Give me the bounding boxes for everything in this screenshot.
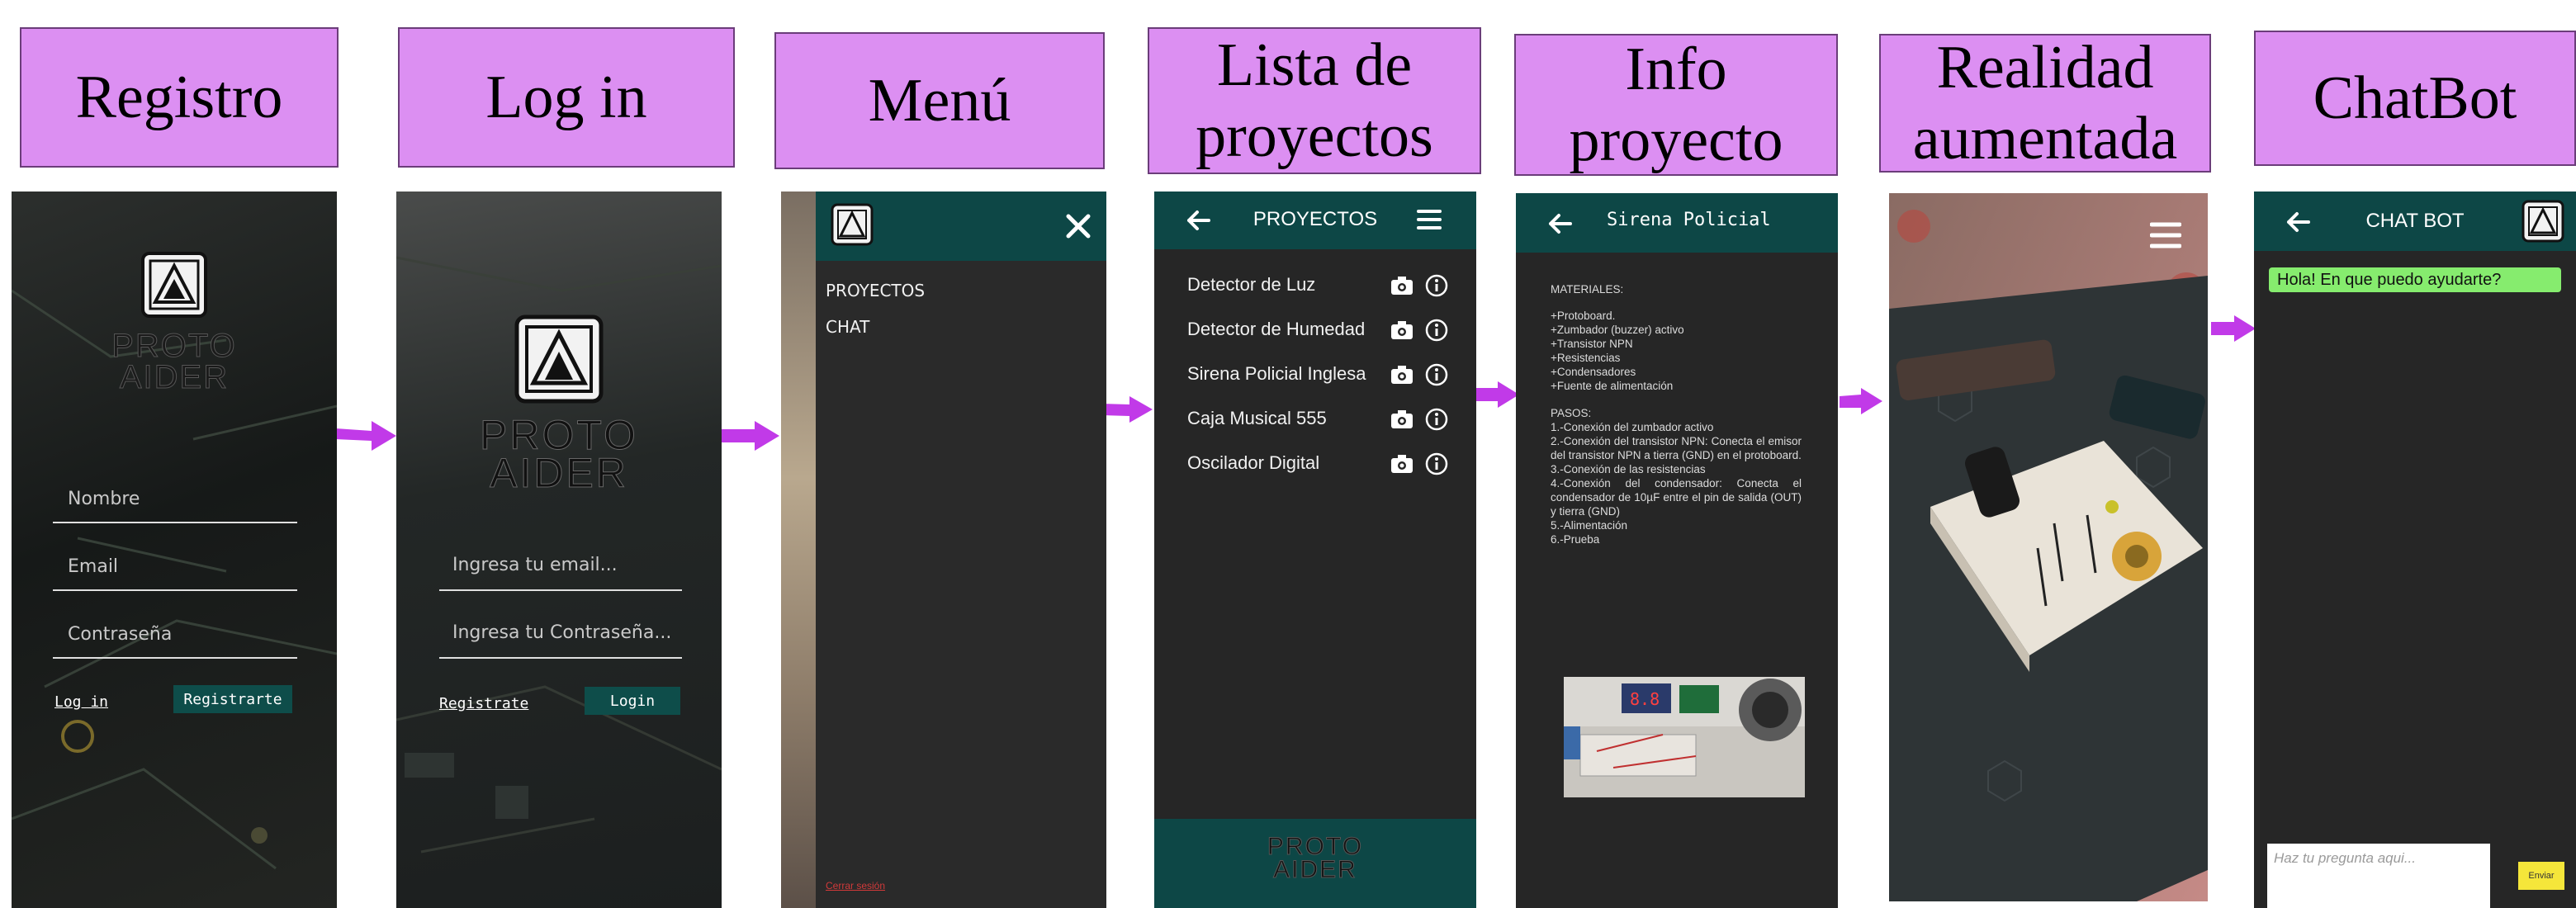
project-name: Oscilador Digital: [1187, 452, 1320, 473]
materiales-list: +Protoboard. +Zumbador (buzzer) activo +…: [1551, 310, 1684, 392]
brand-wordmark: PROTO AIDER: [1267, 833, 1364, 883]
project-name: Sirena Policial Inglesa: [1187, 363, 1366, 384]
label-realidad-aumentada: Realidad aumentada: [1879, 34, 2211, 173]
project-name: Detector de Humedad: [1187, 319, 1366, 339]
screen-chatbot: CHAT BOT Hola! En que puedo ayudarte? Ha…: [2254, 192, 2576, 908]
info-icon[interactable]: [1425, 319, 1448, 342]
logo-icon: [831, 203, 874, 246]
project-list-item[interactable]: Oscilador Digital: [1154, 446, 1476, 479]
screen-menu: PROYECTOS CHAT Cerrar sesión: [781, 192, 1106, 908]
project-list-item[interactable]: Caja Musical 555: [1154, 401, 1476, 434]
password-field-underline: [53, 657, 297, 659]
camera-view: [1889, 193, 2208, 901]
label-chatbot: ChatBot: [2254, 31, 2576, 166]
background-peek: [781, 192, 816, 908]
flow-arrow-icon: [1840, 388, 1882, 414]
close-icon[interactable]: [1065, 213, 1091, 239]
camera-icon[interactable]: [1390, 454, 1413, 474]
email-field[interactable]: Email: [68, 556, 118, 577]
project-list-item[interactable]: Detector de Luz: [1154, 267, 1476, 300]
chat-input[interactable]: Haz tu pregunta aqui...: [2267, 844, 2490, 908]
info-icon[interactable]: [1425, 452, 1448, 475]
password-input[interactable]: Ingresa tu Contraseña...: [452, 622, 671, 643]
send-button[interactable]: Enviar: [2518, 862, 2564, 890]
label-login: Log in: [398, 27, 735, 168]
password-input-underline: [439, 657, 682, 659]
logout-link[interactable]: Cerrar sesión: [826, 880, 885, 891]
proyectos-header: PROYECTOS: [1154, 192, 1476, 249]
brand-wordmark: PROTO AIDER: [480, 412, 638, 496]
flow-arrow-icon: [2211, 315, 2256, 342]
logo-icon: [2522, 200, 2564, 243]
menu-icon[interactable]: [1417, 208, 1442, 231]
label-lista-proyectos: Lista de proyectos: [1148, 27, 1481, 174]
info-icon[interactable]: [1425, 363, 1448, 386]
chat-header: CHAT BOT: [2254, 192, 2576, 251]
screen-login: PROTO AIDER Ingresa tu email... Ingresa t…: [396, 192, 722, 908]
screen-info-proyecto: Sirena Policial MATERIALES: +Protoboard.…: [1516, 193, 1838, 908]
login-button[interactable]: Login: [585, 687, 680, 715]
pasos-list: 1.-Conexión del zumbador activo 2.-Conex…: [1551, 421, 1802, 546]
svg-text:8.8: 8.8: [1630, 689, 1660, 709]
camera-icon[interactable]: [1390, 276, 1413, 296]
logo-icon: [514, 314, 604, 404]
menu-icon[interactable]: [2150, 221, 2181, 249]
label-info-proyecto: Info proyecto: [1514, 34, 1838, 176]
info-header: Sirena Policial: [1516, 193, 1838, 253]
register-button[interactable]: Registrarte: [173, 685, 292, 713]
info-icon[interactable]: [1425, 408, 1448, 431]
circuit-background: [396, 256, 722, 854]
bot-message-bubble: Hola! En que puedo ayudarte?: [2269, 267, 2561, 292]
login-link[interactable]: Log in: [54, 693, 108, 711]
project-list-item[interactable]: Detector de Humedad: [1154, 312, 1476, 345]
flow-arrow-icon: [1476, 381, 1519, 408]
pasos-heading: PASOS:: [1551, 407, 1592, 419]
register-link[interactable]: Registrate: [439, 695, 528, 712]
info-title: Sirena Policial: [1607, 210, 1771, 230]
proyectos-footer: PROTO AIDER: [1154, 819, 1476, 908]
brand-wordmark: PROTO AIDER: [111, 328, 237, 395]
menu-header: [816, 192, 1106, 261]
materiales-heading: MATERIALES:: [1551, 283, 1624, 296]
screen-proyectos: PROYECTOS Detector de Luz Detector de Hum…: [1154, 192, 1476, 908]
screen-registro: PROTO AIDER Nombre Email Contraseña Log i…: [12, 192, 337, 908]
email-field-underline: [53, 589, 297, 591]
camera-icon[interactable]: [1390, 320, 1413, 340]
project-name: Detector de Luz: [1187, 274, 1316, 295]
menu-item-chat[interactable]: CHAT: [826, 317, 869, 337]
email-input[interactable]: Ingresa tu email...: [452, 555, 618, 575]
info-icon[interactable]: [1425, 274, 1448, 297]
camera-icon[interactable]: [1390, 365, 1413, 385]
email-input-underline: [439, 589, 682, 591]
nombre-field[interactable]: Nombre: [68, 489, 140, 509]
label-menu: Menú: [774, 32, 1105, 169]
nombre-field-underline: [53, 522, 297, 523]
label-registro: Registro: [20, 27, 339, 168]
screen-realidad-aumentada: [1889, 193, 2208, 901]
camera-icon[interactable]: [1390, 409, 1413, 429]
back-arrow-icon[interactable]: [1547, 213, 1572, 234]
password-field[interactable]: Contraseña: [68, 624, 172, 645]
project-name: Caja Musical 555: [1187, 408, 1327, 428]
project-photo[interactable]: 8.8: [1564, 677, 1805, 797]
project-list-item[interactable]: Sirena Policial Inglesa: [1154, 357, 1476, 390]
menu-drawer: PROYECTOS CHAT Cerrar sesión: [816, 192, 1106, 908]
menu-item-proyectos[interactable]: PROYECTOS: [826, 281, 925, 300]
logo-icon: [141, 252, 207, 318]
